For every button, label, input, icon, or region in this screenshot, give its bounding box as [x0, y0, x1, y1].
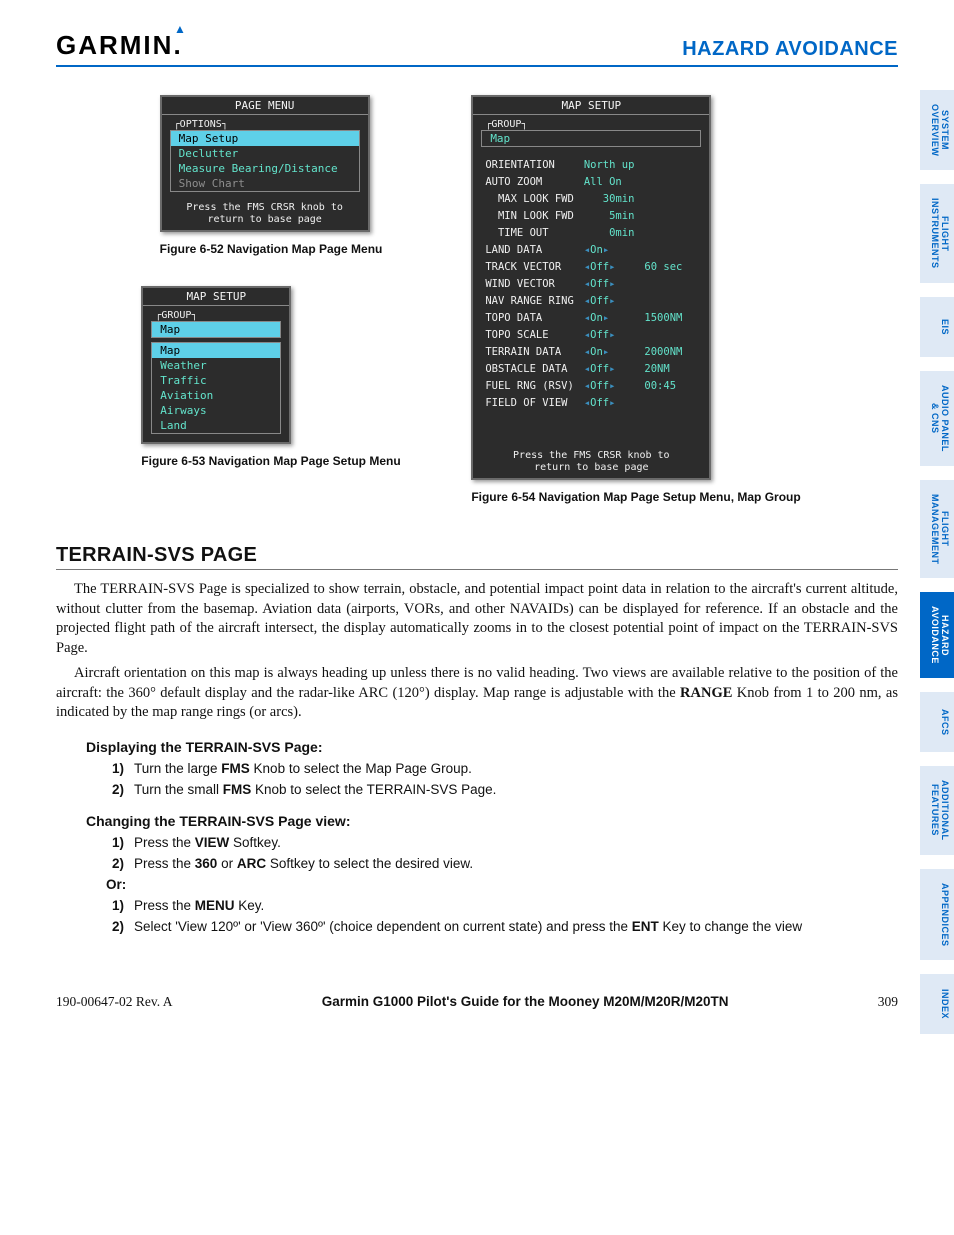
figure-6-52: PAGE MENU ┌OPTIONS┐ Map SetupDeclutterMe…	[160, 95, 383, 256]
setting-row: TERRAIN DATA◂On▸2000NM	[481, 344, 686, 359]
section-title: HAZARD AVOIDANCE	[682, 38, 898, 61]
step: 2)Press the 360 or ARC Softkey to select…	[106, 856, 898, 871]
step: 1)Press the MENU Key.	[106, 898, 898, 913]
dropdown-item: Airways	[152, 403, 280, 418]
group-selected: Map	[482, 131, 700, 146]
figures-row: PAGE MENU ┌OPTIONS┐ Map SetupDeclutterMe…	[116, 95, 898, 504]
panel-title: PAGE MENU	[162, 97, 368, 115]
group-label: GROUP	[161, 310, 191, 321]
proc2-steps: 1)Press the VIEW Softkey. 2)Press the 360…	[106, 835, 898, 871]
logo-triangle-icon: ▲	[174, 22, 188, 36]
tab-index[interactable]: INDEX	[920, 974, 954, 1034]
proc1-heading: Displaying the TERRAIN-SVS Page:	[86, 739, 898, 755]
settings-table: ORIENTATIONNorth up AUTO ZOOMAll On MAX L…	[479, 155, 688, 412]
figure-6-53: MAP SETUP ┌GROUP┐ Map MapWeatherTrafficA…	[141, 286, 400, 468]
setting-row: WIND VECTOR◂Off▸	[481, 276, 686, 291]
panel-title: MAP SETUP	[143, 288, 289, 306]
menu-item: Declutter	[171, 146, 359, 161]
panel-foot: Press the FMS CRSR knob toreturn to base…	[473, 444, 709, 478]
proc2-heading: Changing the TERRAIN-SVS Page view:	[86, 813, 898, 829]
setting-row: AUTO ZOOMAll On	[481, 174, 686, 189]
figure-6-54: MAP SETUP ┌GROUP┐ Map ORIENTATIONNorth u…	[471, 95, 800, 504]
step: 2)Turn the small FMS Knob to select the …	[106, 782, 898, 797]
setting-row: ORIENTATIONNorth up	[481, 157, 686, 172]
para-2: Aircraft orientation on this map is alwa…	[56, 664, 898, 723]
garmin-logo: GARMIN. ▲	[56, 30, 183, 61]
caption: Figure 6-54 Navigation Map Page Setup Me…	[471, 490, 800, 504]
setting-row: OBSTACLE DATA◂Off▸20NM	[481, 361, 686, 376]
panel-foot: Press the FMS CRSR knob toreturn to base…	[162, 196, 368, 230]
tab-audio-panel[interactable]: AUDIO PANEL& CNS	[920, 371, 954, 466]
setting-row: NAV RANGE RING◂Off▸	[481, 293, 686, 308]
dropdown-item: Aviation	[152, 388, 280, 403]
doc-number: 190-00647-02 Rev. A	[56, 994, 173, 1010]
tab-appendices[interactable]: APPENDICES	[920, 869, 954, 961]
terrain-svs-heading: TERRAIN-SVS PAGE	[56, 544, 898, 570]
proc1-steps: 1)Turn the large FMS Knob to select the …	[106, 761, 898, 797]
page-footer: 190-00647-02 Rev. A Garmin G1000 Pilot's…	[56, 994, 898, 1010]
map-setup-map-group-panel: MAP SETUP ┌GROUP┐ Map ORIENTATIONNorth u…	[471, 95, 711, 480]
or-label: Or:	[106, 877, 126, 892]
side-tabs: SYSTEMOVERVIEW FLIGHTINSTRUMENTS EIS AUDIO …	[920, 90, 954, 1034]
setting-row: MAX LOOK FWD30min	[481, 191, 686, 206]
tab-flight[interactable]: FLIGHTMANAGEMENT	[920, 480, 954, 579]
menu-item: Map Setup	[171, 131, 359, 146]
panel-title: MAP SETUP	[473, 97, 709, 115]
step: 1)Press the VIEW Softkey.	[106, 835, 898, 850]
setting-row: TIME OUT0min	[481, 225, 686, 240]
tab-hazard[interactable]: HAZARDAVOIDANCE	[920, 592, 954, 678]
range-bold: RANGE	[680, 685, 732, 701]
setting-row: FIELD OF VIEW◂Off▸	[481, 395, 686, 410]
setting-row: TOPO DATA◂On▸1500NM	[481, 310, 686, 325]
group-label: OPTIONS	[180, 119, 222, 130]
tab-flight[interactable]: FLIGHTINSTRUMENTS	[920, 184, 954, 283]
page-number: 309	[878, 994, 898, 1010]
dropdown-item: Weather	[152, 358, 280, 373]
setting-row: TRACK VECTOR◂Off▸60 sec	[481, 259, 686, 274]
setting-row: TOPO SCALE◂Off▸	[481, 327, 686, 342]
brand-text: GARMIN	[56, 30, 173, 60]
dropdown-item: Land	[152, 418, 280, 433]
menu-item: Show Chart	[171, 176, 359, 191]
caption: Figure 6-53 Navigation Map Page Setup Me…	[141, 454, 400, 468]
dropdown-item: Traffic	[152, 373, 280, 388]
tab-eis[interactable]: EIS	[920, 297, 954, 357]
step: 2)Select 'View 120º' or 'View 360º' (cho…	[106, 919, 898, 934]
page-header: GARMIN. ▲ HAZARD AVOIDANCE	[56, 30, 898, 67]
proc3-steps: 1)Press the MENU Key. 2)Select 'View 120º…	[106, 898, 898, 934]
setting-row: MIN LOOK FWD5min	[481, 208, 686, 223]
group-selected: Map	[152, 322, 280, 337]
page-menu-panel: PAGE MENU ┌OPTIONS┐ Map SetupDeclutterMe…	[160, 95, 370, 232]
para-1: The TERRAIN-SVS Page is specialized to s…	[56, 580, 898, 658]
tab-afcs[interactable]: AFCS	[920, 692, 954, 752]
menu-item: Measure Bearing/Distance	[171, 161, 359, 176]
step: 1)Turn the large FMS Knob to select the …	[106, 761, 898, 776]
tab-system[interactable]: SYSTEMOVERVIEW	[920, 90, 954, 170]
map-setup-panel: MAP SETUP ┌GROUP┐ Map MapWeatherTrafficA…	[141, 286, 291, 444]
caption: Figure 6-52 Navigation Map Page Menu	[160, 242, 383, 256]
doc-title: Garmin G1000 Pilot's Guide for the Moone…	[322, 994, 729, 1009]
setting-row: FUEL RNG (RSV)◂Off▸00:45	[481, 378, 686, 393]
setting-row: LAND DATA◂On▸	[481, 242, 686, 257]
tab-additional[interactable]: ADDITIONALFEATURES	[920, 766, 954, 855]
dropdown-item: Map	[152, 343, 280, 358]
group-label: GROUP	[491, 119, 521, 130]
